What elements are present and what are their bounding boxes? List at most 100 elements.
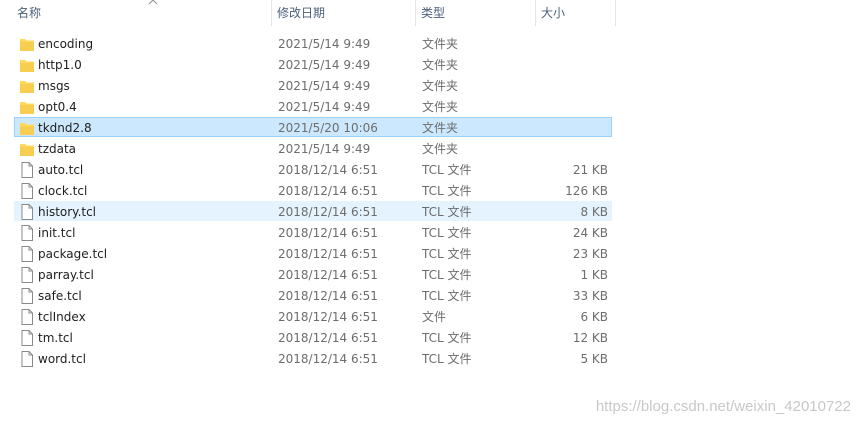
file-name: tm.tcl	[38, 331, 73, 345]
file-type: 文件夹	[422, 100, 459, 114]
file-name: parray.tcl	[38, 268, 94, 282]
file-icon	[19, 308, 35, 326]
file-size: 6 KB	[580, 310, 608, 324]
file-modified-date: 2018/12/14 6:51	[278, 289, 378, 303]
file-icon	[19, 266, 35, 284]
file-type: TCL 文件	[422, 205, 472, 219]
file-name: auto.tcl	[38, 163, 84, 177]
file-name: opt0.4	[38, 100, 77, 114]
file-size: 5 KB	[580, 352, 608, 366]
file-row[interactable]: clock.tcl 2018/12/14 6:51 TCL 文件 126 KB	[14, 180, 612, 200]
file-type: TCL 文件	[422, 352, 472, 366]
file-icon	[19, 161, 35, 179]
file-modified-date: 2018/12/14 6:51	[278, 310, 378, 324]
file-name: msgs	[38, 79, 70, 93]
file-size: 12 KB	[572, 331, 608, 345]
folder-icon	[19, 98, 35, 116]
file-name: word.tcl	[38, 352, 86, 366]
file-size	[535, 76, 608, 96]
file-name: clock.tcl	[38, 184, 88, 198]
file-size: 24 KB	[572, 226, 608, 240]
file-size: 23 KB	[572, 247, 608, 261]
file-row[interactable]: encoding 2021/5/14 9:49 文件夹	[14, 33, 612, 53]
file-row[interactable]: safe.tcl 2018/12/14 6:51 TCL 文件 33 KB	[14, 285, 612, 305]
folder-icon	[19, 140, 35, 158]
file-type: 文件夹	[422, 37, 459, 51]
file-type: TCL 文件	[422, 163, 472, 177]
file-modified-date: 2018/12/14 6:51	[278, 331, 378, 345]
file-row[interactable]: tzdata 2021/5/14 9:49 文件夹	[14, 138, 612, 158]
file-row[interactable]: auto.tcl 2018/12/14 6:51 TCL 文件 21 KB	[14, 159, 612, 179]
column-header-size[interactable]: 大小	[536, 0, 616, 26]
file-modified-date: 2021/5/20 10:06	[278, 121, 378, 135]
column-header-type[interactable]: 类型	[416, 0, 536, 26]
file-modified-date: 2021/5/14 9:49	[278, 100, 371, 114]
file-name: tzdata	[38, 142, 77, 156]
file-name: encoding	[38, 37, 94, 51]
file-modified-date: 2018/12/14 6:51	[278, 247, 378, 261]
file-icon	[19, 350, 35, 368]
file-row[interactable]: tm.tcl 2018/12/14 6:51 TCL 文件 12 KB	[14, 327, 612, 347]
folder-icon	[19, 77, 35, 95]
file-name: history.tcl	[38, 205, 97, 219]
file-row[interactable]: tclIndex 2018/12/14 6:51 文件 6 KB	[14, 306, 612, 326]
folder-icon	[19, 119, 35, 137]
file-size	[535, 97, 608, 117]
file-modified-date: 2021/5/14 9:49	[278, 79, 371, 93]
file-size: 8 KB	[580, 205, 608, 219]
file-type: 文件夹	[422, 79, 459, 93]
file-modified-date: 2018/12/14 6:51	[278, 352, 378, 366]
file-icon	[19, 203, 35, 221]
file-modified-date: 2018/12/14 6:51	[278, 268, 378, 282]
file-name: http1.0	[38, 58, 82, 72]
file-modified-date: 2021/5/14 9:49	[278, 58, 371, 72]
file-type: 文件夹	[422, 121, 459, 135]
file-icon	[19, 224, 35, 242]
file-row[interactable]: http1.0 2021/5/14 9:49 文件夹	[14, 54, 612, 74]
file-modified-date: 2021/5/14 9:49	[278, 37, 371, 51]
file-explorer-view: 名称 修改日期 类型 大小 encoding 2021/5/14 9:49 文件夹 h…	[0, 0, 861, 425]
file-modified-date: 2021/5/14 9:49	[278, 142, 371, 156]
sort-ascending-icon	[148, 0, 158, 5]
file-size: 1 KB	[580, 268, 608, 282]
file-type: 文件夹	[422, 58, 459, 72]
file-icon	[19, 287, 35, 305]
column-header-name-label: 名称	[17, 6, 42, 20]
column-header-name[interactable]: 名称	[12, 0, 272, 26]
file-type: TCL 文件	[422, 331, 472, 345]
file-name: safe.tcl	[38, 289, 82, 303]
watermark-text: https://blog.csdn.net/weixin_42010722	[595, 398, 851, 415]
file-type: TCL 文件	[422, 226, 472, 240]
file-type: 文件夹	[422, 142, 459, 156]
file-row[interactable]: opt0.4 2021/5/14 9:49 文件夹	[14, 96, 612, 116]
file-row[interactable]: word.tcl 2018/12/14 6:51 TCL 文件 5 KB	[14, 348, 612, 368]
file-size	[535, 139, 608, 159]
file-row[interactable]: init.tcl 2018/12/14 6:51 TCL 文件 24 KB	[14, 222, 612, 242]
file-size	[535, 118, 608, 138]
file-row[interactable]: parray.tcl 2018/12/14 6:51 TCL 文件 1 KB	[14, 264, 612, 284]
file-size	[535, 34, 608, 54]
file-row[interactable]: history.tcl 2018/12/14 6:51 TCL 文件 8 KB	[14, 201, 612, 221]
folder-icon	[19, 56, 35, 74]
file-type: 文件	[422, 310, 447, 324]
file-row[interactable]: msgs 2021/5/14 9:49 文件夹	[14, 75, 612, 95]
column-header-size-label: 大小	[541, 6, 566, 20]
file-modified-date: 2018/12/14 6:51	[278, 205, 378, 219]
file-type: TCL 文件	[422, 184, 472, 198]
file-icon	[19, 329, 35, 347]
file-type: TCL 文件	[422, 268, 472, 282]
file-icon	[19, 182, 35, 200]
file-size: 21 KB	[572, 163, 608, 177]
file-name: package.tcl	[38, 247, 108, 261]
file-size: 33 KB	[572, 289, 608, 303]
file-modified-date: 2018/12/14 6:51	[278, 184, 378, 198]
file-size	[535, 55, 608, 75]
folder-icon	[19, 35, 35, 53]
file-row[interactable]: package.tcl 2018/12/14 6:51 TCL 文件 23 KB	[14, 243, 612, 263]
column-header-date[interactable]: 修改日期	[272, 0, 416, 26]
file-modified-date: 2018/12/14 6:51	[278, 163, 378, 177]
file-type: TCL 文件	[422, 289, 472, 303]
column-header-bar: 名称 修改日期 类型 大小	[0, 0, 616, 26]
file-row[interactable]: tkdnd2.8 2021/5/20 10:06 文件夹	[14, 117, 612, 137]
file-name: init.tcl	[38, 226, 76, 240]
